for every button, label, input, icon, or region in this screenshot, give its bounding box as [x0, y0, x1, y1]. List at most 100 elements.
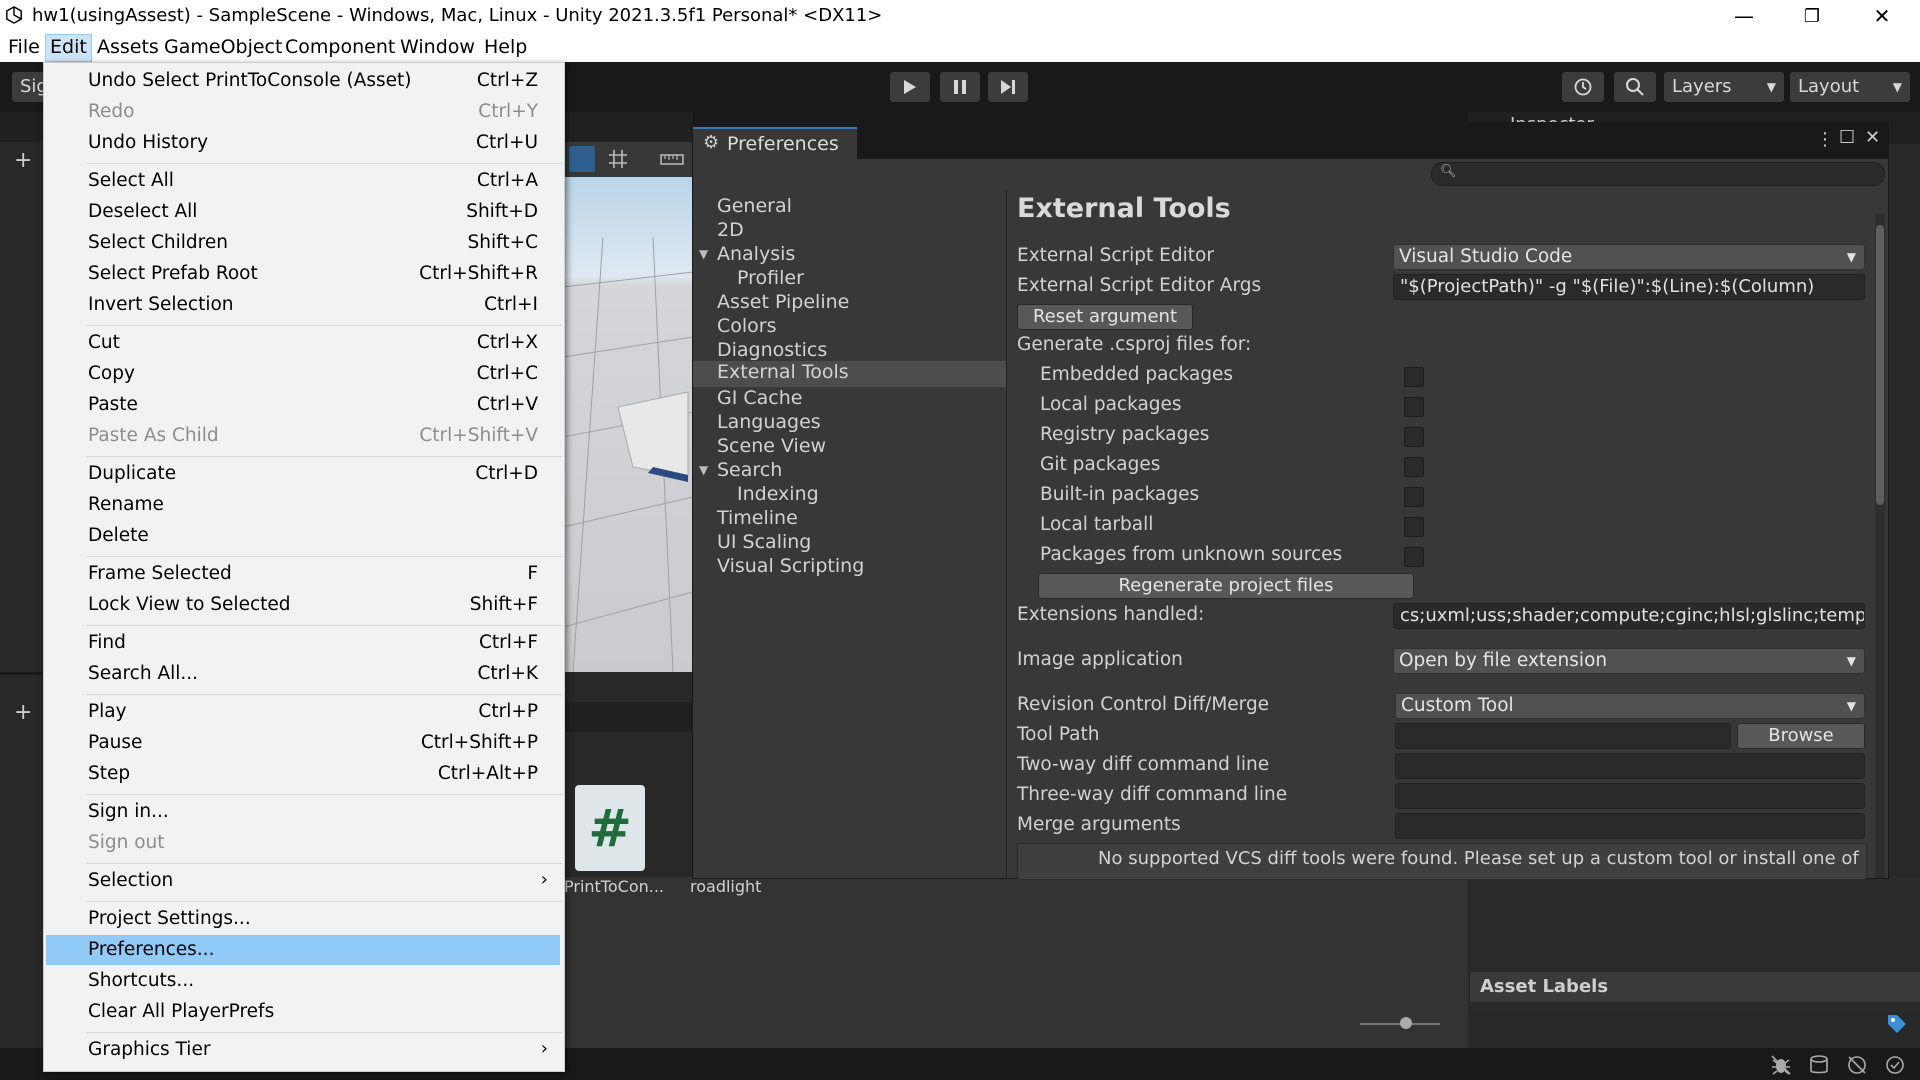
maximize-icon[interactable]: ☐: [1839, 127, 1855, 148]
menu-item-pause[interactable]: Pause Ctrl+Shift+P: [46, 728, 560, 758]
menu-item-shortcuts[interactable]: Shortcuts...: [46, 966, 560, 996]
add-icon[interactable]: +: [14, 148, 32, 173]
category-general[interactable]: General: [717, 195, 792, 217]
git-packages-checkbox[interactable]: [1404, 457, 1424, 477]
category-diagnostics[interactable]: Diagnostics: [717, 339, 827, 361]
category-visual-scripting[interactable]: Visual Scripting: [717, 555, 864, 577]
extensions-input[interactable]: cs;uxml;uss;shader;compute;cginc;hlsl;gl…: [1393, 603, 1865, 629]
category-languages[interactable]: Languages: [717, 411, 821, 433]
menu-item-invert-selection[interactable]: Invert Selection Ctrl+I: [46, 290, 560, 320]
step-button[interactable]: [988, 72, 1028, 102]
local-packages-checkbox[interactable]: [1404, 397, 1424, 417]
category-indexing[interactable]: Indexing: [737, 483, 819, 505]
category-asset-pipeline[interactable]: Asset Pipeline: [717, 291, 849, 313]
check-icon[interactable]: [1884, 1054, 1906, 1076]
menu-assets[interactable]: Assets: [93, 34, 163, 60]
two-way-diff-input[interactable]: [1395, 753, 1865, 779]
menu-item-duplicate[interactable]: Duplicate Ctrl+D: [46, 459, 560, 489]
category-profiler[interactable]: Profiler: [737, 267, 804, 289]
category-colors[interactable]: Colors: [717, 315, 777, 337]
cache-server-icon[interactable]: [1808, 1054, 1830, 1076]
preferences-search-input[interactable]: 🔍︎: [1431, 162, 1885, 186]
menu-file[interactable]: File: [4, 34, 44, 60]
menu-item-sign-in[interactable]: Sign in...: [46, 797, 560, 827]
menu-item-copy[interactable]: Copy Ctrl+C: [46, 359, 560, 389]
category-timeline[interactable]: Timeline: [717, 507, 798, 529]
browse-button[interactable]: Browse: [1737, 723, 1865, 749]
zoom-slider-thumb[interactable]: [1400, 1017, 1412, 1029]
close-window-button[interactable]: ✕: [1852, 2, 1912, 30]
category-ui-scaling[interactable]: UI Scaling: [717, 531, 811, 553]
menu-item-preferences[interactable]: Preferences...: [46, 935, 560, 965]
merge-arguments-input[interactable]: [1395, 813, 1865, 839]
menu-item-search-all[interactable]: Search All... Ctrl+K: [46, 659, 560, 689]
expand-triangle-icon[interactable]: ▼: [699, 463, 708, 477]
gizmo-toggle[interactable]: [569, 146, 595, 172]
layout-dropdown[interactable]: Layout ▼: [1790, 72, 1910, 102]
ruler-icon[interactable]: [659, 148, 685, 170]
menu-window[interactable]: Window: [396, 34, 479, 60]
grid-icon[interactable]: [607, 148, 629, 170]
scene-viewport[interactable]: [562, 177, 694, 673]
menu-item-undo-history[interactable]: Undo History Ctrl+U: [46, 128, 560, 158]
external-script-editor-dropdown[interactable]: Visual Studio Code ▼: [1393, 244, 1865, 270]
menu-item-frame-selected[interactable]: Frame Selected F: [46, 559, 560, 589]
tag-icon[interactable]: [1886, 1013, 1908, 1035]
category-analysis[interactable]: Analysis: [717, 243, 795, 265]
embedded-packages-checkbox[interactable]: [1404, 367, 1424, 387]
expand-triangle-icon[interactable]: ▼: [699, 247, 708, 261]
menu-item-undo[interactable]: Undo Select PrintToConsole (Asset) Ctrl+Z: [46, 66, 560, 96]
category-gi-cache[interactable]: GI Cache: [717, 387, 802, 409]
menu-item-select-children[interactable]: Select Children Shift+C: [46, 228, 560, 258]
menu-item-clear-playerprefs[interactable]: Clear All PlayerPrefs: [46, 997, 560, 1027]
category-2d[interactable]: 2D: [717, 219, 744, 241]
registry-packages-checkbox[interactable]: [1404, 427, 1424, 447]
menu-item-select-prefab-root[interactable]: Select Prefab Root Ctrl+Shift+R: [46, 259, 560, 289]
menu-edit[interactable]: Edit: [45, 34, 92, 62]
pause-button[interactable]: [940, 72, 980, 102]
scrollbar-thumb[interactable]: [1876, 225, 1884, 505]
menu-item-select-all[interactable]: Select All Ctrl+A: [46, 166, 560, 196]
menu-item-selection[interactable]: Selection ›: [46, 866, 560, 896]
category-scene-view[interactable]: Scene View: [717, 435, 826, 457]
kebab-menu-icon[interactable]: ⋮: [1816, 129, 1834, 150]
minimize-button[interactable]: —: [1714, 2, 1774, 30]
menu-item-paste[interactable]: Paste Ctrl+V: [46, 390, 560, 420]
layers-dropdown[interactable]: Layers ▼: [1664, 72, 1784, 102]
preferences-tab[interactable]: ⚙ Preferences: [693, 127, 857, 159]
category-search[interactable]: Search: [717, 459, 782, 481]
reset-argument-button[interactable]: Reset argument: [1017, 304, 1193, 330]
menu-item-deselect-all[interactable]: Deselect All Shift+D: [46, 197, 560, 227]
menu-item-step[interactable]: Step Ctrl+Alt+P: [46, 759, 560, 789]
revision-control-dropdown[interactable]: Custom Tool ▼: [1395, 693, 1865, 719]
auto-generate-lighting-icon[interactable]: [1846, 1054, 1868, 1076]
category-external-tools[interactable]: External Tools: [693, 361, 1006, 387]
menu-help[interactable]: Help: [480, 34, 531, 60]
menu-gameobject[interactable]: GameObject: [160, 34, 286, 60]
menu-item-find[interactable]: Find Ctrl+F: [46, 628, 560, 658]
menu-item-graphics-tier[interactable]: Graphics Tier ›: [46, 1035, 560, 1065]
menu-item-project-settings[interactable]: Project Settings...: [46, 904, 560, 934]
scrollbar-track[interactable]: [1875, 213, 1885, 878]
editor-args-input[interactable]: "$(ProjectPath)" -g "$(File)":$(Line):$(…: [1393, 274, 1865, 300]
local-tarball-checkbox[interactable]: [1404, 517, 1424, 537]
image-application-dropdown[interactable]: Open by file extension ▼: [1393, 648, 1865, 674]
menu-item-lock-view[interactable]: Lock View to Selected Shift+F: [46, 590, 560, 620]
builtin-packages-checkbox[interactable]: [1404, 487, 1424, 507]
menu-component[interactable]: Component: [281, 34, 399, 60]
menu-item-delete[interactable]: Delete: [46, 521, 560, 551]
menu-item-play[interactable]: Play Ctrl+P: [46, 697, 560, 727]
add-asset-icon[interactable]: +: [14, 700, 32, 725]
three-way-diff-input[interactable]: [1395, 783, 1865, 809]
debug-bug-icon[interactable]: [1770, 1054, 1792, 1076]
menu-item-cut[interactable]: Cut Ctrl+X: [46, 328, 560, 358]
search-button[interactable]: [1614, 72, 1656, 102]
tool-path-input[interactable]: [1395, 723, 1731, 749]
play-button[interactable]: [890, 72, 930, 102]
restore-button[interactable]: ❐: [1782, 2, 1842, 30]
regenerate-project-files-button[interactable]: Regenerate project files: [1038, 573, 1414, 599]
history-button[interactable]: [1562, 72, 1604, 102]
close-icon[interactable]: ✕: [1865, 127, 1880, 148]
unknown-sources-checkbox[interactable]: [1404, 547, 1424, 567]
menu-item-rename[interactable]: Rename: [46, 490, 560, 520]
